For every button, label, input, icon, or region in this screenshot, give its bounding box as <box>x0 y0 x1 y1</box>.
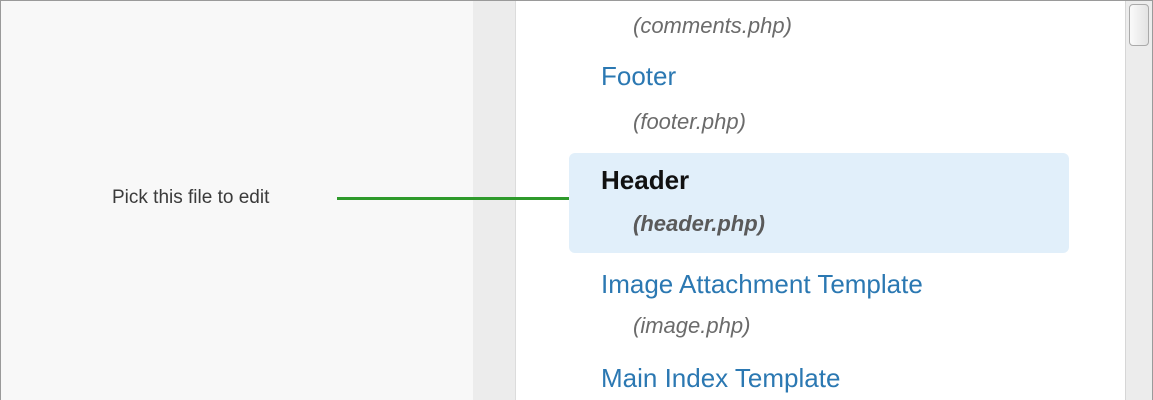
annotation-pointer-line <box>337 197 589 200</box>
vertical-scrollbar[interactable] <box>1125 1 1152 400</box>
file-path-header: (header.php) <box>633 211 766 236</box>
annotation-label: Pick this file to edit <box>112 187 270 208</box>
editor-frame: Pick this file to edit (comments.php) Fo… <box>0 0 1153 400</box>
scrollbar-thumb[interactable] <box>1129 4 1149 46</box>
file-link-main-index[interactable]: Main Index Template <box>601 363 840 393</box>
file-path-footer: (footer.php) <box>633 109 746 134</box>
file-path-comments[interactable]: (comments.php) <box>633 13 792 39</box>
file-link-header[interactable]: Header <box>601 165 689 195</box>
file-path-image: (image.php) <box>633 313 751 338</box>
panel-gutter <box>473 1 515 400</box>
file-title-header: Header <box>601 165 690 195</box>
file-link-image-attachment[interactable]: Image Attachment Template <box>601 269 923 299</box>
file-link-footer[interactable]: Footer <box>601 61 676 91</box>
